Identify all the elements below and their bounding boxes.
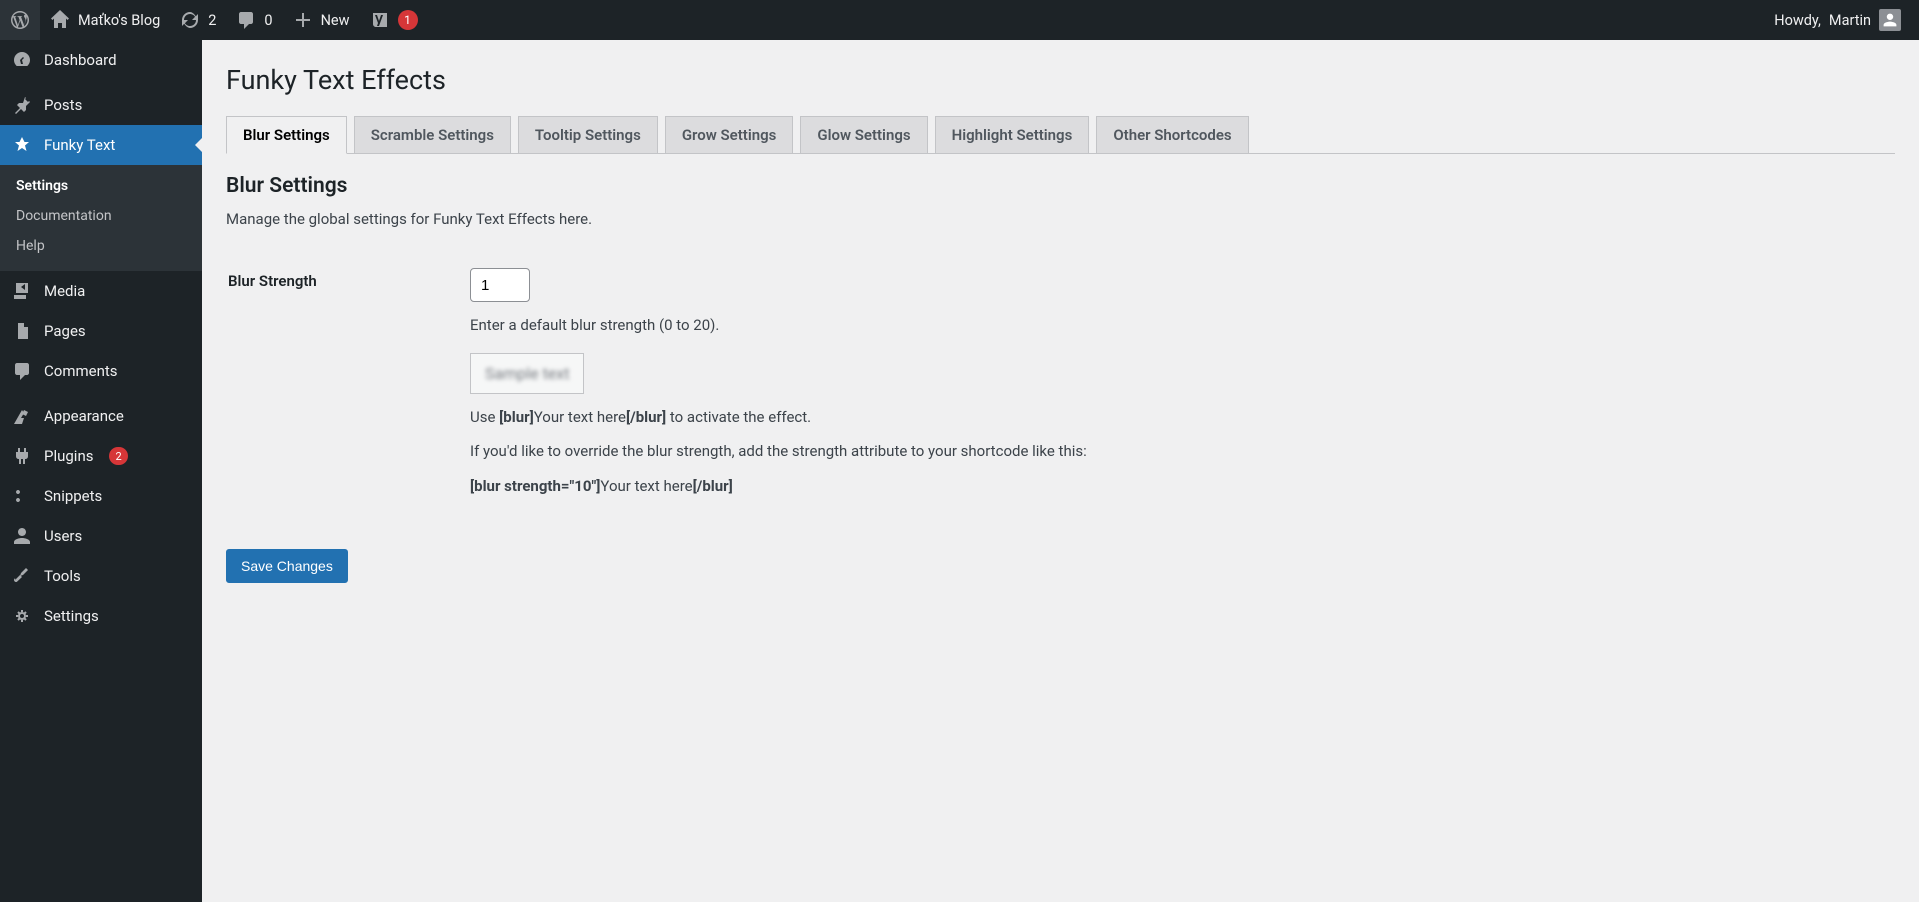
- dashboard-icon: [12, 50, 32, 70]
- sidebar-label: Funky Text: [44, 136, 115, 154]
- yoast-icon: [370, 10, 390, 30]
- sidebar-label: Media: [44, 282, 85, 300]
- tab-scramble-settings[interactable]: Scramble Settings: [354, 116, 511, 153]
- sidebar-label: Dashboard: [44, 51, 117, 69]
- comments-icon: [236, 10, 256, 30]
- comments-count: 0: [264, 12, 272, 29]
- tab-blur-settings[interactable]: Blur Settings: [226, 116, 347, 154]
- admin-bar: Maťko's Blog 2 0 New 1 Howdy, Martin: [0, 0, 1919, 40]
- users-icon: [12, 526, 32, 546]
- update-icon: [180, 10, 200, 30]
- blur-strength-hint: Enter a default blur strength (0 to 20).: [470, 314, 1893, 337]
- override-explanation: If you'd like to override the blur stren…: [470, 440, 1893, 463]
- settings-icon: [12, 606, 32, 626]
- sidebar-item-settings[interactable]: Settings: [0, 596, 202, 636]
- submenu-item-settings[interactable]: Settings: [0, 171, 202, 201]
- sample-preview-box: Sample text: [470, 353, 584, 394]
- plugins-update-badge: 2: [109, 447, 127, 465]
- page-title: Funky Text Effects: [226, 64, 1895, 96]
- sidebar-item-funky-text[interactable]: Funky Text: [0, 125, 202, 165]
- plus-icon: [293, 10, 313, 30]
- blur-strength-input[interactable]: [470, 268, 530, 302]
- sidebar-label: Tools: [44, 567, 81, 585]
- sidebar-item-media[interactable]: Media: [0, 271, 202, 311]
- home-icon: [50, 10, 70, 30]
- admin-menu: Dashboard Posts Funky Text Settings Docu…: [0, 40, 202, 902]
- updates-count: 2: [208, 12, 216, 29]
- shortcode-usage-line: Use [blur]Your text here[/blur] to activ…: [470, 406, 1893, 429]
- site-name-text: Maťko's Blog: [78, 12, 160, 29]
- funky-text-icon: [12, 135, 32, 155]
- sidebar-label: Users: [44, 527, 82, 545]
- sidebar-label: Pages: [44, 322, 86, 340]
- tab-tooltip-settings[interactable]: Tooltip Settings: [518, 116, 658, 153]
- tools-icon: [12, 566, 32, 586]
- tab-grow-settings[interactable]: Grow Settings: [665, 116, 794, 153]
- howdy-link[interactable]: Howdy, Martin: [1764, 0, 1911, 40]
- settings-tabs: Blur Settings Scramble Settings Tooltip …: [226, 116, 1895, 154]
- yoast-link[interactable]: 1: [360, 0, 428, 40]
- sidebar-label: Posts: [44, 96, 82, 114]
- avatar: [1879, 9, 1901, 31]
- submenu-item-documentation[interactable]: Documentation: [0, 201, 202, 231]
- pin-icon: [12, 95, 32, 115]
- sidebar-item-users[interactable]: Users: [0, 516, 202, 556]
- howdy-prefix: Howdy,: [1774, 12, 1821, 29]
- new-content-link[interactable]: New: [283, 0, 360, 40]
- sidebar-label: Appearance: [44, 407, 124, 425]
- section-title: Blur Settings: [226, 174, 1895, 198]
- sidebar-item-posts[interactable]: Posts: [0, 85, 202, 125]
- sidebar-label: Snippets: [44, 487, 102, 505]
- save-changes-button[interactable]: Save Changes: [226, 549, 348, 583]
- sidebar-item-plugins[interactable]: Plugins 2: [0, 436, 202, 476]
- sidebar-item-comments[interactable]: Comments: [0, 351, 202, 391]
- tab-other-shortcodes[interactable]: Other Shortcodes: [1096, 116, 1248, 153]
- submenu-item-help[interactable]: Help: [0, 231, 202, 261]
- section-description: Manage the global settings for Funky Tex…: [226, 210, 1895, 228]
- yoast-badge: 1: [398, 10, 418, 30]
- sample-text: Sample text: [485, 364, 569, 383]
- main-content: Funky Text Effects Blur Settings Scrambl…: [202, 0, 1919, 902]
- wordpress-icon: [10, 10, 30, 30]
- shortcode-override-example: [blur strength="10"]Your text here[/blur…: [470, 475, 1893, 498]
- tab-glow-settings[interactable]: Glow Settings: [800, 116, 927, 153]
- wordpress-logo-link[interactable]: [0, 0, 40, 40]
- funky-text-submenu: Settings Documentation Help: [0, 165, 202, 271]
- sidebar-item-dashboard[interactable]: Dashboard: [0, 40, 202, 80]
- tab-highlight-settings[interactable]: Highlight Settings: [935, 116, 1090, 153]
- updates-link[interactable]: 2: [170, 0, 226, 40]
- sidebar-item-appearance[interactable]: Appearance: [0, 396, 202, 436]
- howdy-user: Martin: [1829, 12, 1871, 29]
- media-icon: [12, 281, 32, 301]
- sidebar-label: Settings: [44, 607, 99, 625]
- blur-strength-label: Blur Strength: [228, 254, 468, 523]
- user-icon: [1882, 12, 1898, 28]
- plugins-icon: [12, 446, 32, 466]
- sidebar-label: Comments: [44, 362, 118, 380]
- settings-form-table: Blur Strength Enter a default blur stren…: [226, 252, 1895, 525]
- comments-link[interactable]: 0: [226, 0, 282, 40]
- sidebar-item-tools[interactable]: Tools: [0, 556, 202, 596]
- appearance-icon: [12, 406, 32, 426]
- sidebar-item-pages[interactable]: Pages: [0, 311, 202, 351]
- pages-icon: [12, 321, 32, 341]
- comments-menu-icon: [12, 361, 32, 381]
- sidebar-item-snippets[interactable]: Snippets: [0, 476, 202, 516]
- new-label: New: [321, 12, 350, 29]
- site-name-link[interactable]: Maťko's Blog: [40, 0, 170, 40]
- snippets-icon: [12, 486, 32, 506]
- sidebar-label: Plugins: [44, 447, 93, 465]
